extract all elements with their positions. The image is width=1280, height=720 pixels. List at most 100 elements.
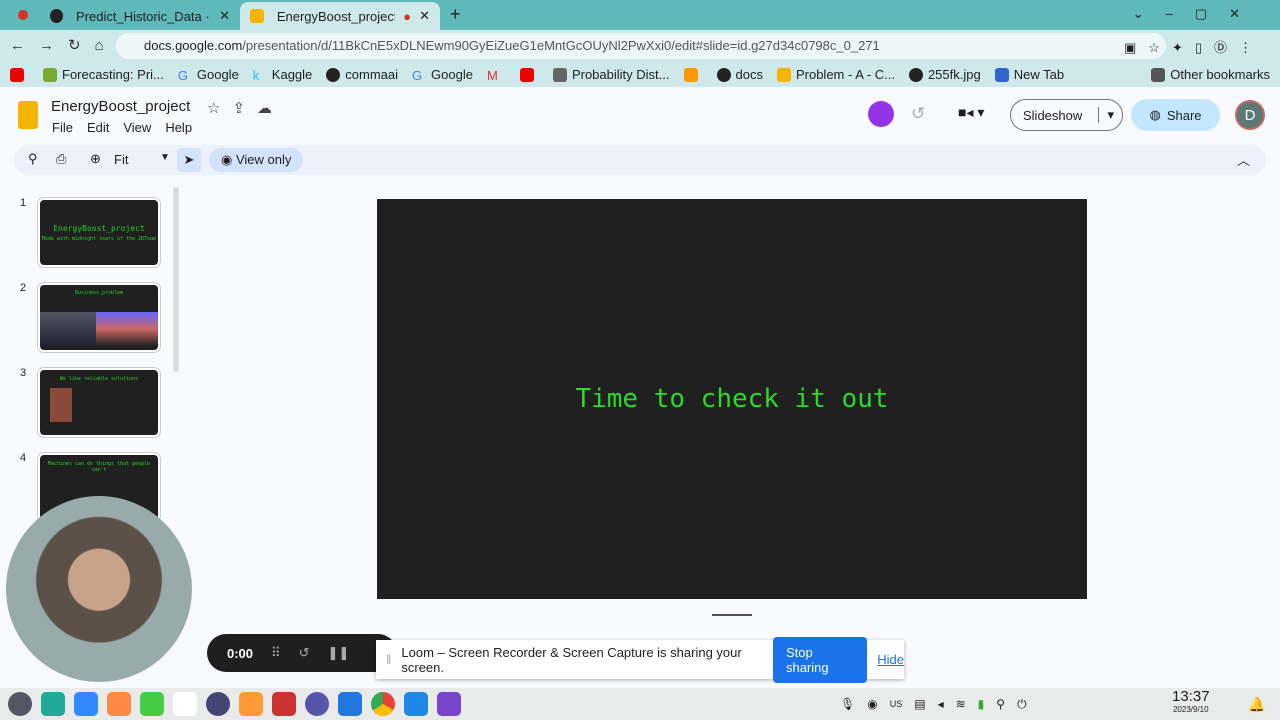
filmstrip-scrollbar[interactable]: [173, 187, 179, 372]
sharing-notification: ‖ Loom – Screen Recorder & Screen Captur…: [376, 636, 904, 683]
bookmark[interactable]: G Google: [412, 67, 473, 84]
bookmark[interactable]: Problem - A - C...: [776, 67, 895, 83]
launcher-icon[interactable]: [8, 692, 32, 716]
url-input[interactable]: docs.google.com/presentation/d/11BkCnE5x…: [116, 33, 1166, 59]
slide-thumbnail-3[interactable]: We like reliable solutions: [37, 367, 161, 438]
bookmarks-bar: Forecasting: Pri... G Google k Kaggle comm…: [0, 62, 1280, 87]
gmail-icon[interactable]: M: [487, 67, 506, 83]
grid-icon[interactable]: ⠿: [271, 645, 281, 661]
meet-icon[interactable]: ■◂ ▾: [958, 104, 984, 121]
bookmark-icon[interactable]: [683, 67, 703, 83]
webcam-bubble[interactable]: [6, 496, 192, 682]
eye-icon: ◉: [221, 152, 236, 167]
doc-title[interactable]: EnergyBoost_project: [51, 98, 190, 115]
slide-thumbnail-1[interactable]: EnergyBoost_project Made with midnight t…: [37, 197, 161, 268]
drag-handle-icon[interactable]: ‖: [386, 652, 391, 667]
pause-icon[interactable]: ❚❚: [327, 645, 349, 661]
chevron-down-icon[interactable]: ▼: [160, 152, 170, 163]
bookmark[interactable]: k Kaggle: [253, 67, 312, 84]
tab-energyboost[interactable]: EnergyBoost_project - ● ✕: [240, 2, 440, 30]
menu-help[interactable]: Help: [165, 120, 192, 135]
tab-predict[interactable]: Predict_Historic_Data · Str✕: [40, 2, 240, 30]
streamlit-icon: [50, 9, 64, 23]
slide-thumbnail-2[interactable]: Business problem: [37, 282, 161, 353]
new-tab-icon[interactable]: +: [450, 4, 461, 25]
volume-icon[interactable]: ◂: [938, 697, 944, 711]
app-icon[interactable]: [338, 692, 362, 716]
terminal-icon[interactable]: [272, 692, 296, 716]
slides-logo: [18, 101, 38, 129]
window-controls[interactable]: ⌄–▢✕: [1133, 6, 1262, 22]
share-button[interactable]: ◍ Share: [1131, 99, 1220, 131]
search-icon[interactable]: ⚲: [28, 151, 38, 167]
print-icon[interactable]: ⎙: [56, 151, 66, 167]
zoom-select[interactable]: Fit: [114, 152, 128, 167]
tab-strip: Predict_Historic_Data · Str✕ EnergyBoost…: [0, 0, 1280, 30]
bookmark[interactable]: G Google: [178, 67, 239, 84]
store-icon[interactable]: [239, 692, 263, 716]
portrait-image: [50, 388, 72, 422]
menu-edit[interactable]: Edit: [87, 120, 109, 135]
slide-text: Time to check it out: [575, 384, 889, 414]
app-icon[interactable]: [437, 692, 461, 716]
record-icon: ●: [403, 8, 412, 24]
bookmark[interactable]: Forecasting: Pri...: [43, 67, 164, 83]
toolbar: ⚲ ⎙ ⊕ Fit ▼ ➤ ◉ View only ︿: [14, 145, 1266, 175]
slideshow-button[interactable]: Slideshow ▾: [1010, 99, 1123, 131]
close-icon[interactable]: ✕: [419, 8, 430, 24]
stop-sharing-button[interactable]: Stop sharing: [772, 636, 868, 683]
slides-icon: [250, 9, 264, 23]
chrome-icon[interactable]: [371, 692, 395, 716]
loom-extension-icon[interactable]: [868, 101, 894, 127]
view-only-button[interactable]: ◉ View only: [209, 148, 304, 172]
chevron-down-icon[interactable]: ▾: [1098, 107, 1114, 123]
clock[interactable]: 13:37 2023/9/10: [1172, 689, 1210, 715]
zoom-icon[interactable]: ⊕: [90, 151, 101, 167]
loom-timer: 0:00: [227, 645, 254, 661]
other-bookmarks[interactable]: Other bookmarks: [1151, 67, 1270, 83]
menu-bar: File Edit View Help: [52, 120, 192, 135]
slides-app: EnergyBoost_project ☆⇪☁ File Edit View H…: [0, 87, 1280, 685]
globe-icon: ◍: [1149, 107, 1161, 122]
hide-button[interactable]: Hide: [877, 652, 904, 667]
youtube-icon[interactable]: [10, 67, 29, 83]
collapse-icon[interactable]: ︿: [1237, 150, 1250, 169]
monitor-icon[interactable]: [305, 692, 329, 716]
bookmark[interactable]: docs: [716, 67, 763, 83]
resize-handle[interactable]: [712, 614, 752, 616]
extension-icons[interactable]: ▣☆✦▯Ⓓ⋮: [1124, 37, 1264, 56]
star-move-cloud-icons[interactable]: ☆⇪☁: [207, 99, 284, 117]
search-icon[interactable]: ⚲: [996, 697, 1005, 711]
system-tray[interactable]: 🎙 ◉ US ▤ ◂ ≋ ▮ ⚲ ⏻: [840, 697, 1027, 712]
menu-file[interactable]: File: [52, 120, 73, 135]
current-slide: Time to check it out: [377, 199, 1087, 599]
settings-icon[interactable]: [206, 692, 230, 716]
bookmark[interactable]: 255fk.jpg: [908, 67, 981, 83]
address-bar-row: ←→↻⌂ docs.google.com/presentation/d/11Bk…: [0, 30, 1280, 62]
power-icon[interactable]: ⏻: [1017, 697, 1027, 712]
restart-icon[interactable]: ↺: [299, 645, 310, 661]
vscode-icon[interactable]: [404, 692, 428, 716]
youtube-icon[interactable]: [519, 67, 539, 83]
gallery-icon[interactable]: [107, 692, 131, 716]
calendar-icon[interactable]: [173, 692, 197, 716]
bookmark[interactable]: Probability Dist...: [552, 67, 670, 83]
bookmark[interactable]: commaai: [326, 67, 398, 83]
loom-controls: 0:00 ⠿ ↺ ❚❚: [207, 634, 397, 672]
select-cursor-icon[interactable]: ➤: [177, 148, 201, 172]
avatar[interactable]: D: [1235, 100, 1265, 130]
app-icon[interactable]: [41, 692, 65, 716]
mic-icon[interactable]: 🎙: [840, 697, 855, 711]
notification-bell-icon[interactable]: 🔔: [1248, 696, 1265, 713]
wifi-icon[interactable]: ≋: [956, 697, 966, 711]
bookmark[interactable]: New Tab: [994, 67, 1064, 83]
nav-icons[interactable]: ←→↻⌂: [10, 36, 118, 54]
keyboard-icon[interactable]: ▤: [914, 697, 925, 711]
files-icon[interactable]: [74, 692, 98, 716]
battery-icon[interactable]: ▮: [978, 697, 985, 711]
close-icon[interactable]: ✕: [219, 8, 230, 24]
menu-view[interactable]: View: [123, 120, 151, 135]
chrome-icon[interactable]: ◉: [867, 697, 877, 711]
history-icon[interactable]: ↺: [911, 104, 925, 124]
music-icon[interactable]: [140, 692, 164, 716]
